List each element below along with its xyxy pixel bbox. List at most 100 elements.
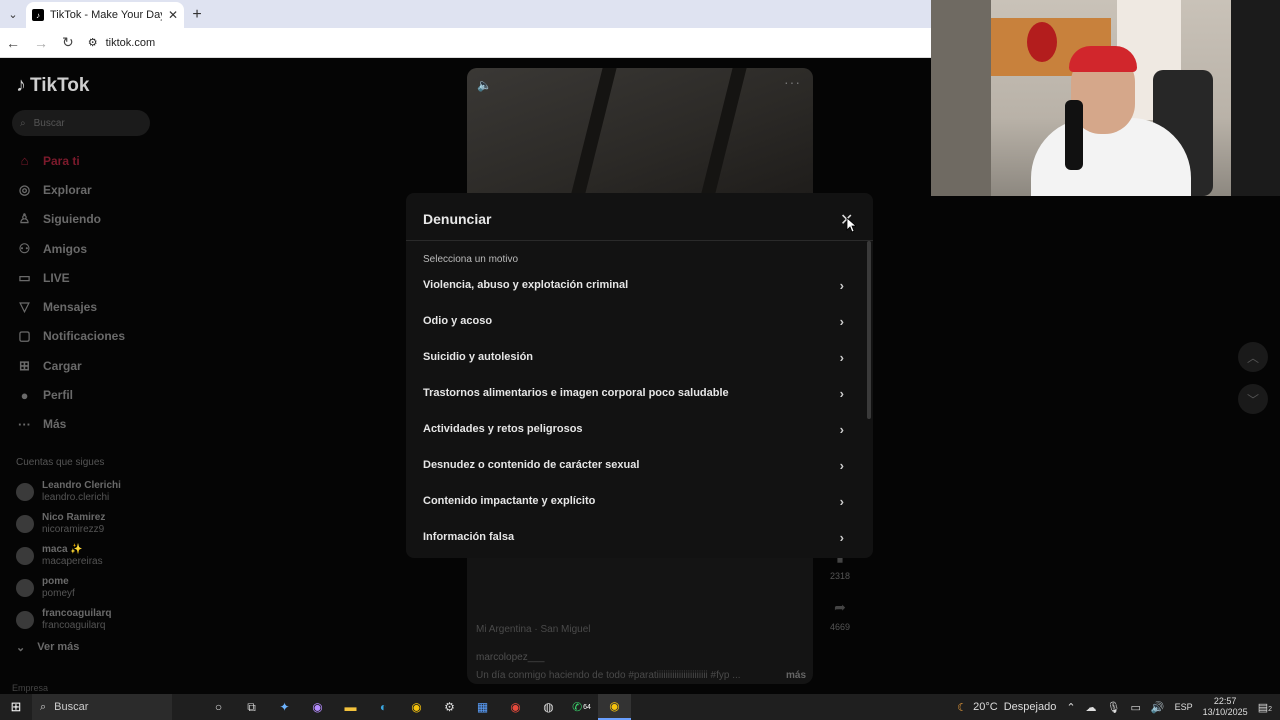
search-icon: ⌕ — [20, 117, 26, 129]
following-item[interactable]: maca ✨ macapereiras — [16, 540, 121, 572]
clock[interactable]: 22:57 13/10/2025 — [1203, 696, 1248, 718]
screen: ⌄ ♪ TikTok - Make Your Day ✕ + ← → ↻ ⚙ t… — [0, 0, 1280, 720]
sidebar-item-perfil[interactable]: ● Perfil — [16, 380, 125, 409]
report-reason-item[interactable]: Violencia, abuso y explotación criminal › — [406, 267, 864, 303]
search-input[interactable]: ⌕ Buscar — [12, 110, 150, 136]
following-handle: macapereiras — [42, 556, 103, 567]
chevron-right-icon: › — [839, 421, 844, 437]
volume-icon[interactable]: 🔊 — [1151, 701, 1165, 714]
url-field[interactable]: tiktok.com — [106, 37, 156, 49]
chrome-profile-icon[interactable]: ◉ — [499, 694, 532, 720]
caption-more-link[interactable]: más — [786, 670, 806, 681]
video-username[interactable]: marcolopez___ — [476, 652, 544, 663]
taskbar-apps: ○ ⧉ ✦ ◉ ▬ ◐ ◉ ⚙ ▦ ◉ ◍ ✆ 64 ◉ — [202, 694, 631, 720]
avatar — [16, 515, 34, 533]
tab-title: TikTok - Make Your Day — [50, 9, 162, 21]
sidebar-item-para-ti[interactable]: ⌂ Para ti — [16, 146, 125, 175]
report-reason-item[interactable]: Suicidio y autolesión › — [406, 339, 864, 375]
app-icon[interactable]: ◉ — [301, 694, 334, 720]
video-location[interactable]: Mi Argentina · San Miguel — [476, 624, 591, 635]
tiktok-logo[interactable]: ♪ TikTok — [16, 74, 89, 97]
following-item[interactable]: pome pomeyf — [16, 572, 121, 604]
more-options-icon[interactable]: ··· — [784, 74, 801, 90]
back-icon[interactable]: ← — [6, 35, 20, 51]
nav-label: Cargar — [43, 358, 82, 373]
dialog-scrollbar[interactable] — [867, 241, 871, 419]
chevron-right-icon: › — [839, 529, 844, 545]
report-reason-item[interactable]: Desnudez o contenido de carácter sexual › — [406, 447, 864, 483]
report-reason-item[interactable]: Información falsa › — [406, 519, 864, 555]
report-reason-item[interactable]: Odio y acoso › — [406, 303, 864, 339]
browser-tabbar: ⌄ ♪ TikTok - Make Your Day ✕ + — [0, 0, 932, 28]
obs-icon[interactable]: ◍ — [532, 694, 565, 720]
compass-icon: ◎ — [18, 181, 31, 197]
sidebar-item-amigos[interactable]: ⚇ Amigos — [16, 234, 125, 263]
store-icon[interactable]: ▦ — [466, 694, 499, 720]
tiktok-note-icon: ♪ — [16, 74, 26, 96]
network-icon[interactable]: ▭ — [1131, 701, 1141, 714]
notifications-icon[interactable]: ▤2 — [1258, 701, 1272, 714]
sidebar-item-mensajes[interactable]: ▽ Mensajes — [16, 292, 125, 321]
reload-icon[interactable]: ↻ — [62, 34, 74, 51]
new-tab-button[interactable]: + — [184, 2, 210, 28]
chrome-icon[interactable]: ◉ — [400, 694, 433, 720]
chevron-up-icon[interactable]: ︿ — [1238, 342, 1268, 372]
home-icon: ⌂ — [20, 153, 29, 169]
language-indicator[interactable]: ESP — [1175, 702, 1193, 712]
webcam-curtain — [1231, 0, 1280, 196]
taskbar-search[interactable]: ⌕ Buscar — [32, 694, 172, 720]
reason-label: Desnudez o contenido de carácter sexual — [423, 459, 640, 471]
whatsapp-icon[interactable]: ✆ 64 — [565, 694, 598, 720]
sidebar-item-siguiendo[interactable]: ♙ Siguiendo — [16, 205, 125, 234]
share-icon[interactable]: ➦ — [824, 599, 856, 616]
report-reason-item[interactable]: Trastornos alimentarios e imagen corpora… — [406, 375, 864, 411]
reason-label: Violencia, abuso y explotación criminal — [423, 279, 629, 291]
report-reason-item[interactable]: Actividades y retos peligrosos › — [406, 411, 864, 447]
cortana-icon[interactable]: ○ — [202, 694, 235, 720]
sidebar-item-explorar[interactable]: ◎ Explorar — [16, 175, 125, 204]
sidebar-item-notificaciones[interactable]: ▢ Notificaciones — [16, 322, 125, 351]
site-info-icon[interactable]: ⚙ — [88, 36, 98, 49]
video-caption-row: Un día conmigo haciendo de todo #paratii… — [476, 670, 806, 681]
settings-icon[interactable]: ⚙ — [433, 694, 466, 720]
sidebar-item-live[interactable]: ▭ LIVE — [16, 263, 125, 292]
inbox-icon: ▢ — [18, 328, 31, 344]
browser-tab[interactable]: ♪ TikTok - Make Your Day ✕ — [26, 2, 184, 28]
cloud-icon[interactable]: ☁ — [1086, 701, 1097, 714]
chevron-up-icon[interactable]: ⌃ — [1066, 701, 1075, 714]
weather-widget[interactable]: ☾ 20°C Despejado — [957, 701, 1056, 714]
following-handle: nicoramirezz9 — [42, 524, 105, 535]
following-item[interactable]: Nico Ramirez nicoramirezz9 — [16, 508, 121, 540]
footer-link[interactable]: Empresa — [12, 683, 48, 693]
following-item[interactable]: francoaguilarq francoaguilarq — [16, 604, 121, 636]
windows-start-icon[interactable]: ⊞ — [0, 699, 32, 715]
chevron-right-icon: › — [839, 313, 844, 329]
chevron-down-icon[interactable]: ﹀ — [1238, 384, 1268, 414]
volume-icon[interactable]: 🔈 — [477, 78, 492, 92]
report-reason-item[interactable]: Contenido impactante y explícito › — [406, 483, 864, 519]
following-name: maca ✨ — [42, 544, 83, 555]
sidebar-item-mas[interactable]: ··· Más — [16, 410, 125, 439]
dialog-subtitle: Selecciona un motivo — [423, 254, 519, 265]
close-tab-icon[interactable]: ✕ — [168, 8, 178, 22]
more-icon: ··· — [18, 416, 31, 432]
chevron-right-icon: › — [839, 349, 844, 365]
microphone-icon[interactable]: 🎙 — [1107, 701, 1121, 714]
following-item[interactable]: Leandro Clerichi leandro.clerichi — [16, 476, 121, 508]
forward-icon[interactable]: → — [34, 35, 48, 51]
see-more-button[interactable]: ⌄ Ver más — [16, 641, 79, 654]
webcam-person-cap — [1069, 46, 1137, 72]
tab-list-button[interactable]: ⌄ — [0, 0, 26, 28]
clock-time: 22:57 — [1213, 696, 1237, 706]
reason-label: Actividades y retos peligrosos — [423, 423, 583, 435]
copilot-icon[interactable]: ✦ — [268, 694, 301, 720]
reason-label: Contenido impactante y explícito — [423, 495, 596, 507]
chrome-active-icon[interactable]: ◉ — [598, 694, 631, 720]
edge-icon[interactable]: ◐ — [367, 694, 400, 720]
nav-label: Mensajes — [43, 300, 98, 315]
sidebar-item-cargar[interactable]: ⊞ Cargar — [16, 351, 125, 380]
video-caption: Un día conmigo haciendo de todo #paratii… — [476, 670, 741, 681]
reason-label: Odio y acoso — [423, 315, 493, 327]
file-explorer-icon[interactable]: ▬ — [334, 694, 367, 720]
task-view-icon[interactable]: ⧉ — [235, 694, 268, 720]
